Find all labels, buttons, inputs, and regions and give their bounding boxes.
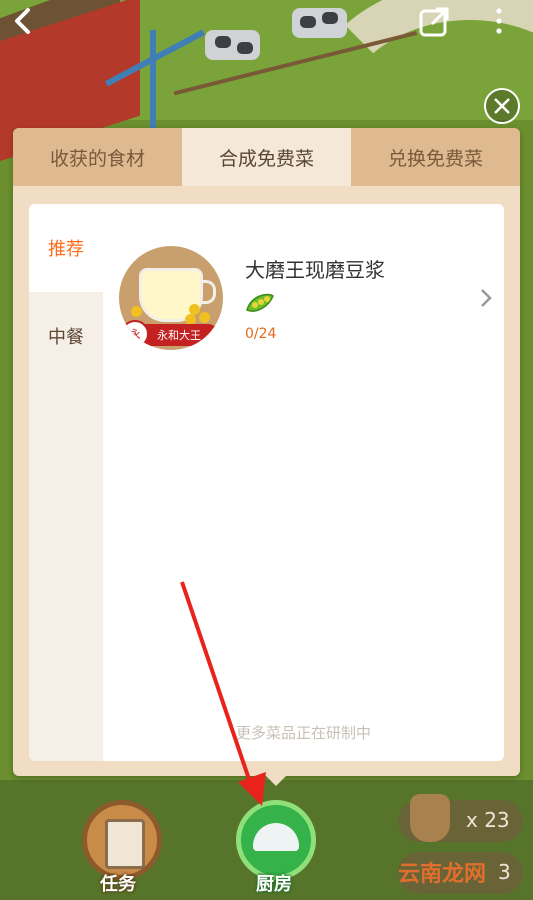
watermark-text: 云南龙网 (398, 862, 487, 887)
chevron-right-icon[interactable] (479, 286, 493, 316)
back-button[interactable] (12, 6, 34, 42)
category-recommended[interactable]: 推荐 (29, 204, 103, 292)
tab-harvested-ingredients[interactable]: 收获的食材 (13, 128, 182, 186)
cow-icon (205, 30, 260, 60)
share-button[interactable] (418, 6, 450, 44)
category-sidebar: 推荐 中餐 (29, 204, 103, 761)
close-icon (494, 98, 510, 114)
kitchen-button[interactable] (236, 800, 316, 880)
kitchen-dialog: 收获的食材 合成免费菜 兑换免费菜 推荐 中餐 永 永和大王 大磨王现磨豆浆 0… (13, 128, 520, 776)
chevron-left-icon (15, 8, 30, 34)
windmill-pole (150, 30, 156, 140)
more-vertical-icon (496, 8, 502, 34)
tab-synthesize-free-dish[interactable]: 合成免费菜 (182, 128, 351, 186)
dish-item[interactable]: 永 永和大王 大磨王现磨豆浆 0/24 (119, 246, 499, 351)
dish-name: 大磨王现磨豆浆 (245, 258, 385, 282)
external-link-icon (419, 7, 449, 37)
dish-progress: 0/24 (245, 326, 277, 342)
dish-panel: 推荐 中餐 永 永和大王 大磨王现磨豆浆 0/24 更多菜品正在研制中 (29, 204, 504, 761)
clipboard-icon (105, 819, 145, 869)
close-button[interactable] (484, 88, 520, 124)
pea-pod-icon (246, 293, 274, 312)
dialog-tabs: 收获的食材 合成免费菜 兑换免费菜 (13, 128, 520, 186)
dialog-pointer (262, 772, 290, 786)
tab-exchange-free-dish[interactable]: 兑换免费菜 (351, 128, 520, 186)
more-options-button[interactable] (494, 6, 504, 42)
cow-icon (292, 8, 347, 38)
kitchen-label: 厨房 (256, 874, 292, 895)
category-chinese-meal[interactable]: 中餐 (29, 292, 103, 380)
task-label: 任务 (100, 874, 136, 895)
brand-logo-icon: 永 (121, 320, 149, 348)
seed-bag-count: x 23 (466, 808, 510, 832)
cloche-icon (253, 823, 299, 851)
dish-image: 永 永和大王 (119, 246, 223, 350)
second-count: 3 (498, 860, 511, 884)
task-button[interactable] (82, 800, 162, 880)
seed-bag-icon (410, 794, 450, 842)
brand-badge: 永 永和大王 (121, 320, 219, 348)
more-dishes-note: 更多菜品正在研制中 (235, 724, 371, 742)
